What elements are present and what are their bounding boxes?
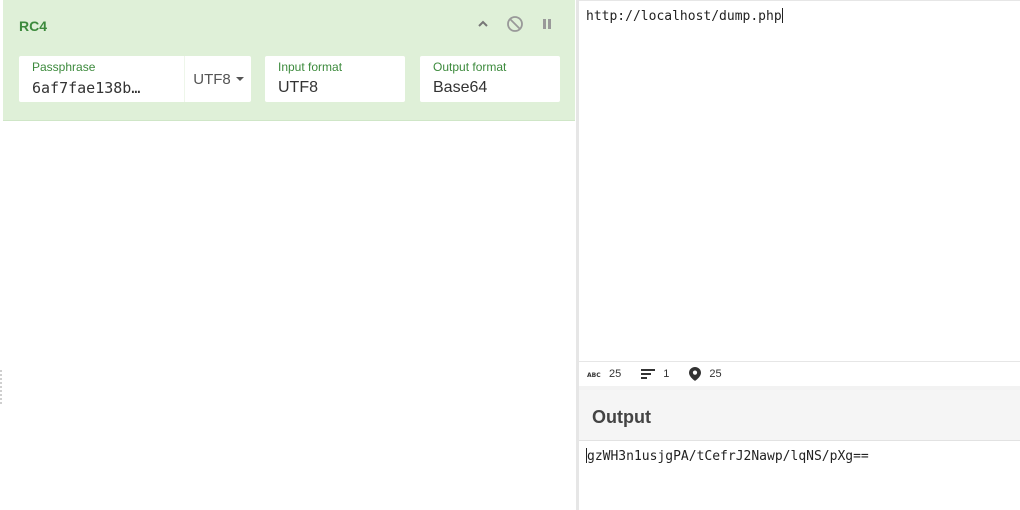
caret-down-icon — [235, 77, 244, 81]
passphrase-field[interactable]: Passphrase 6af7fae138b… UTF8 — [19, 56, 251, 102]
passphrase-encoding-dropdown[interactable]: UTF8 — [184, 56, 252, 102]
operation-controls — [473, 14, 557, 34]
recipe-pane: RC4 Passphrase 6af7fae138b… UTF8 Input f… — [0, 0, 576, 510]
input-format-label: Input format — [278, 60, 343, 74]
passphrase-label: Passphrase — [32, 60, 96, 74]
chevron-up-icon[interactable] — [473, 14, 493, 34]
io-pane: http://localhost/dump.php ABC 25 1 25 Ou… — [579, 0, 1020, 510]
input-value: http://localhost/dump.php — [586, 9, 782, 24]
input-status-bar: ABC 25 1 25 — [579, 361, 1020, 387]
abc-icon: ABC — [587, 370, 601, 378]
input-textarea[interactable]: http://localhost/dump.php — [579, 0, 1020, 361]
passphrase-input[interactable]: 6af7fae138b… — [32, 79, 160, 97]
svg-text:ABC: ABC — [587, 372, 601, 378]
length-value: 25 — [609, 368, 622, 380]
lines-value: 1 — [663, 368, 670, 380]
input-format-value[interactable]: UTF8 — [278, 79, 318, 97]
output-textarea[interactable]: gzWH3n1usjgPA/tCefrJ2Nawp/lqNS/pXg== — [579, 441, 1020, 510]
lines-stat: 1 — [641, 368, 669, 380]
rc4-operation-card: RC4 Passphrase 6af7fae138b… UTF8 Input f… — [3, 0, 575, 121]
position-stat: 25 — [689, 367, 722, 381]
length-stat: ABC 25 — [587, 368, 621, 380]
output-header: Output — [579, 390, 1020, 441]
output-format-value[interactable]: Base64 — [433, 79, 487, 97]
operation-title: RC4 — [19, 18, 48, 34]
output-format-field[interactable]: Output format Base64 — [420, 56, 560, 102]
map-pin-icon — [689, 367, 702, 381]
text-cursor — [781, 8, 783, 23]
output-format-label: Output format — [433, 60, 507, 74]
resize-handle[interactable] — [0, 370, 2, 406]
input-format-field[interactable]: Input format UTF8 — [265, 56, 405, 102]
disable-icon[interactable] — [505, 14, 525, 34]
lines-icon — [641, 368, 656, 380]
output-text: gzWH3n1usjgPA/tCefrJ2Nawp/lqNS/pXg== — [586, 448, 869, 464]
input-text: http://localhost/dump.php — [586, 8, 783, 24]
passphrase-encoding-value: UTF8 — [193, 70, 231, 88]
output-value: gzWH3n1usjgPA/tCefrJ2Nawp/lqNS/pXg== — [587, 449, 869, 464]
output-title: Output — [592, 407, 651, 427]
pause-icon[interactable] — [537, 14, 557, 34]
position-value: 25 — [709, 368, 722, 380]
